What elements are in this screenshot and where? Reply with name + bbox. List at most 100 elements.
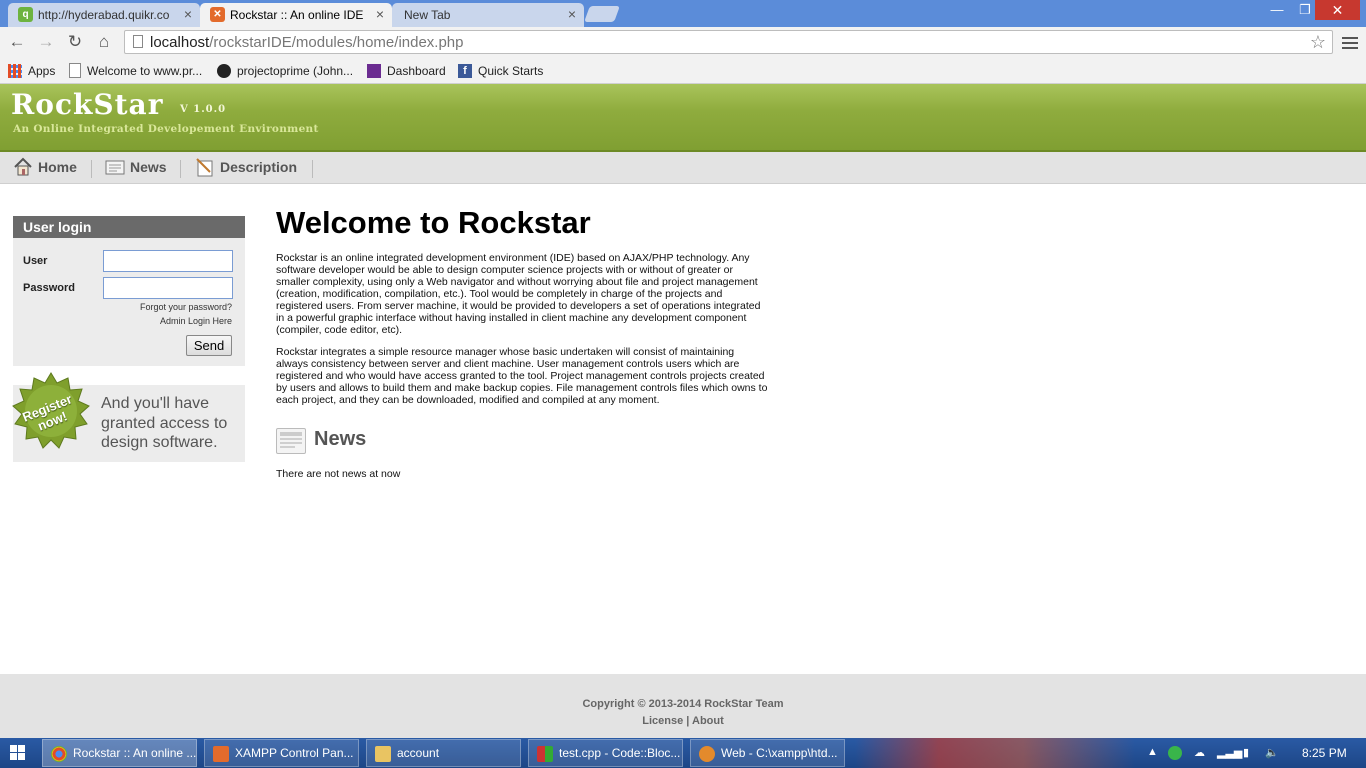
new-tab-button[interactable] [584,6,620,22]
login-panel: User login User Password Forgot your pas… [13,216,245,366]
volume-icon[interactable]: 🔈 [1265,746,1279,760]
bookmark-label: Dashboard [387,63,446,78]
newspaper-icon [105,157,125,177]
quikr-favicon-icon: q [18,7,33,22]
bookmark-label: Apps [28,63,56,78]
window-close-icon[interactable]: ✕ [1315,0,1360,20]
windows-start-icon[interactable] [10,745,26,761]
bookmark-dashboard[interactable]: Dashboard [367,62,446,79]
nav-label: Home [38,159,77,175]
send-button[interactable]: Send [186,335,232,356]
intro-paragraph: Rockstar is an online integrated develop… [276,252,761,336]
nav-description[interactable]: Description [195,154,297,180]
windows-taskbar: Rockstar :: An online ... XAMPP Control … [0,738,1366,768]
tab-title: http://hyderabad.quikr.co [38,8,170,22]
folder-icon [375,746,391,762]
site-nav: Home News Description [0,152,1366,184]
reload-icon[interactable]: ↻ [64,31,86,53]
password-input[interactable] [103,277,233,299]
about-link[interactable]: About [692,715,724,727]
bookmark-apps[interactable]: Apps [8,62,55,79]
forward-icon[interactable]: → [35,31,57,53]
password-label: Password [23,282,75,294]
page-icon [69,63,81,78]
login-title: User login [13,216,245,238]
user-label: User [23,255,48,267]
browser-tab-strip: q http://hyderabad.quikr.co × ✕ Rockstar… [0,0,1366,27]
browser-tab-rockstar[interactable]: ✕ Rockstar :: An online IDE × [200,3,392,27]
chrome-menu-icon[interactable] [1342,34,1358,52]
tray-cloud-icon[interactable]: ☁ [1194,746,1205,760]
back-icon[interactable]: ← [6,31,28,53]
taskbar-item-xampp[interactable]: XAMPP Control Pan... [204,739,359,767]
tab-title: Rockstar :: An online IDE [230,8,364,22]
bookmark-welcome[interactable]: Welcome to www.pr... [69,62,202,79]
nav-label: News [130,159,167,175]
url-path: /rockstarIDE/modules/home/index.php [209,34,464,51]
register-panel[interactable]: Register now! And you'll have granted ac… [12,372,245,462]
bookmark-label: Quick Starts [478,63,544,78]
browser-toolbar: ← → ↻ ⌂ localhost/rockstarIDE/modules/ho… [0,27,1366,58]
site-footer: Copyright © 2013-2014 RockStar Team Lice… [0,674,1366,738]
taskbar-label: Rockstar :: An online ... [73,746,197,760]
site-logo[interactable]: RockStar [11,88,163,121]
user-input[interactable] [103,250,233,272]
battery-icon[interactable]: ▮ [1243,746,1249,760]
home-icon [13,157,33,177]
tab-title: New Tab [404,8,451,22]
document-pencil-icon [195,157,215,177]
taskbar-label: test.cpp - Code::Bloc... [559,746,681,760]
browser-tab-new[interactable]: New Tab × [392,3,584,27]
address-bar[interactable]: localhost/rockstarIDE/modules/home/index… [124,30,1333,54]
nav-home[interactable]: Home [13,154,77,180]
close-tab-icon[interactable]: × [376,6,384,22]
nav-news[interactable]: News [105,154,167,180]
taskbar-label: Web - C:\xampp\htd... [721,746,838,760]
features-paragraph: Rockstar integrates a simple resource ma… [276,346,768,406]
news-empty-message: There are not news at now [276,468,401,480]
footer-separator: | [686,715,690,727]
xampp-favicon-icon: ✕ [210,7,225,22]
bookmark-quick-starts[interactable]: f Quick Starts [458,62,543,79]
site-header: RockStar V 1.0.0 An Online Integrated De… [0,84,1366,152]
tray-app-icon[interactable] [1168,746,1182,760]
bookmarks-bar: Apps Welcome to www.pr... projectoprime … [0,58,1366,84]
close-tab-icon[interactable]: × [568,6,576,22]
taskbar-item-codeblocks[interactable]: test.cpp - Code::Bloc... [528,739,683,767]
nav-label: Description [220,159,298,175]
network-signal-icon[interactable]: ▂▃▅ [1217,746,1242,760]
facebook-icon: f [458,63,472,78]
dashboard-icon [367,63,381,78]
minimize-icon[interactable]: — [1262,0,1292,22]
clock[interactable]: 8:25 PM [1302,746,1347,760]
footer-links: License | About [0,715,1366,727]
taskbar-item-web-folder[interactable]: Web - C:\xampp\htd... [690,739,845,767]
admin-login-link[interactable]: Admin Login Here [160,316,232,326]
codeblocks-icon [537,746,553,762]
bookmark-star-icon[interactable]: ☆ [1310,32,1326,53]
nav-divider [180,160,181,178]
site-tagline: An Online Integrated Developement Enviro… [13,123,319,135]
register-text: And you'll have granted access to design… [101,395,228,451]
gear-icon [699,746,715,762]
copyright-text: Copyright © 2013-2014 RockStar Team [582,698,784,710]
nav-divider [91,160,92,178]
chrome-icon [51,746,67,762]
tray-expand-icon[interactable]: ▲ [1147,746,1158,760]
forgot-password-link[interactable]: Forgot your password? [140,302,232,312]
bookmark-projectoprime[interactable]: projectoprime (John... [217,62,353,79]
site-version: V 1.0.0 [180,104,227,115]
nav-divider [312,160,313,178]
page-icon [133,35,143,48]
newspaper-icon [276,428,306,454]
apps-grid-icon [8,63,22,78]
browser-tab-quikr[interactable]: q http://hyderabad.quikr.co × [8,3,200,27]
close-tab-icon[interactable]: × [184,6,192,22]
license-link[interactable]: License [642,715,683,727]
taskbar-item-chrome[interactable]: Rockstar :: An online ... [42,739,197,767]
address-url: localhost/rockstarIDE/modules/home/index… [150,34,464,51]
taskbar-item-account[interactable]: account [366,739,521,767]
home-icon[interactable]: ⌂ [93,31,115,53]
url-host: localhost [150,34,210,51]
github-icon [217,63,231,78]
